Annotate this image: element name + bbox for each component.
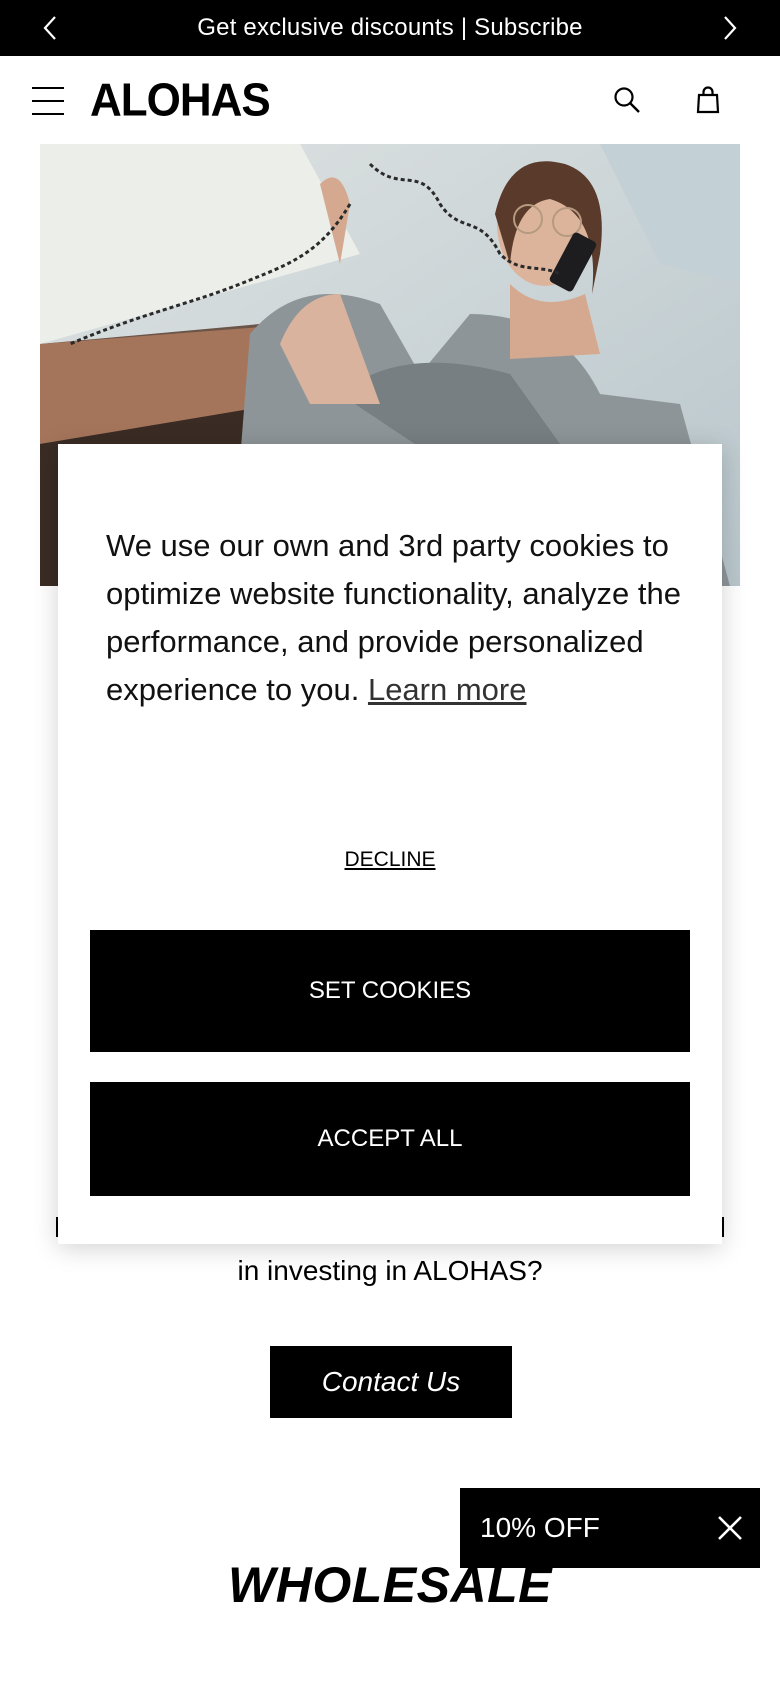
search-icon[interactable]	[611, 84, 643, 116]
set-cookies-button[interactable]: SET COOKIES	[90, 930, 690, 1052]
shopping-bag-icon[interactable]	[692, 84, 724, 116]
close-icon[interactable]	[714, 1512, 746, 1544]
discount-popup[interactable]: 10% OFF	[460, 1488, 760, 1568]
announcement-bar: Get exclusive discounts | Subscribe	[0, 0, 780, 56]
contact-us-button[interactable]: Contact Us	[270, 1346, 512, 1418]
site-header: ALOHAS	[0, 56, 780, 144]
cookie-message-paragraph: We use our own and 3rd party cookies to …	[106, 522, 686, 714]
decline-label[interactable]: DECLINE	[344, 848, 435, 871]
learn-more-link[interactable]: Learn more	[368, 672, 527, 707]
chevron-right-icon[interactable]	[716, 14, 744, 42]
cookie-consent-dialog: We use our own and 3rd party cookies to …	[58, 444, 722, 1244]
announcement-text[interactable]: Get exclusive discounts | Subscribe	[197, 14, 582, 42]
brand-logo[interactable]: ALOHAS	[90, 75, 271, 128]
hamburger-menu-icon[interactable]	[32, 87, 64, 115]
chevron-left-icon[interactable]	[36, 14, 64, 42]
discount-label[interactable]: 10% OFF	[480, 1512, 600, 1544]
investing-text: in investing in ALOHAS?	[237, 1255, 543, 1286]
accept-all-button[interactable]: ACCEPT ALL	[90, 1082, 690, 1196]
decline-button[interactable]: DECLINE	[58, 848, 722, 872]
